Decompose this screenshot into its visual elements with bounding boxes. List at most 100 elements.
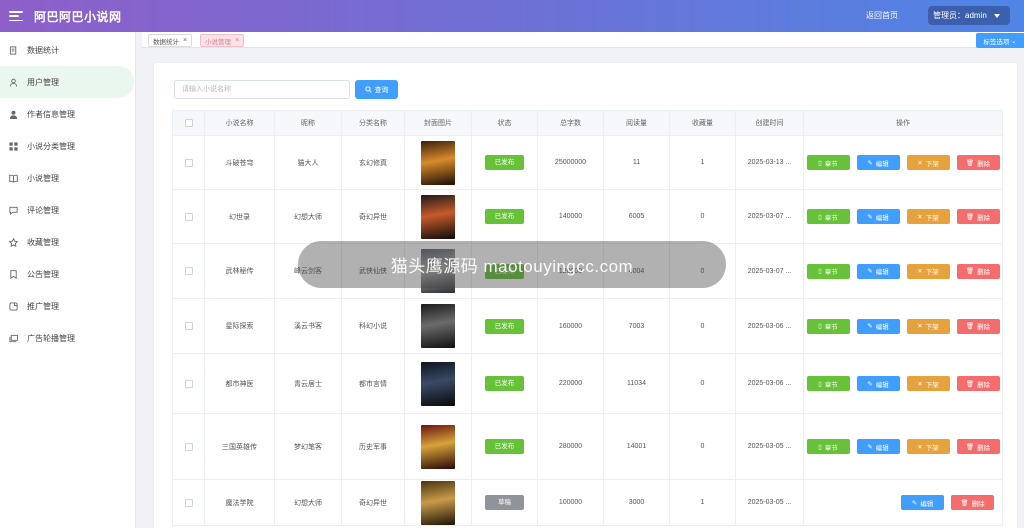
delete-label: 删除	[977, 269, 991, 276]
row-checkbox[interactable]	[184, 267, 193, 275]
sidebar-item-1[interactable]: 用户管理	[0, 66, 134, 98]
table-row: 三国英雄传 梦幻笔客 历史军事 已发布 280000 14001 0 2025-03-05 .…	[172, 413, 1003, 480]
chapters-button[interactable]: ▯ 章节	[806, 209, 850, 224]
delete-button[interactable]: 🗑 删除	[956, 155, 1000, 170]
created-time: 2025-03-13 ...	[735, 135, 804, 190]
chapters-button[interactable]: ▯ 章节	[806, 439, 850, 454]
top-bar: 阿巴阿巴小说网 返回首页 管理员：admin	[0, 0, 1024, 32]
trash-icon: 🗑	[965, 159, 975, 167]
cover-cell	[404, 353, 472, 414]
word-count: 280000	[537, 413, 604, 480]
chapters-label: 章节	[824, 160, 838, 168]
close-icon[interactable]: ×	[183, 37, 187, 44]
status-badge: 已发布	[485, 209, 524, 224]
chapters-button[interactable]: ▯ 章节	[806, 155, 850, 170]
row-actions: ▯ 章节 ✎ 编辑 ✕ 下架 🗑 删除	[806, 376, 1000, 391]
tab-options-button[interactable]: 标签选项 ⌄	[976, 33, 1024, 48]
tab-novels[interactable]: 小说管理 ×	[200, 34, 245, 47]
close-icon[interactable]: ×	[235, 37, 239, 44]
chapters-button[interactable]: ▯ 章节	[806, 263, 850, 279]
edit-button[interactable]: ✎ 编辑	[901, 495, 944, 510]
delete-button[interactable]: 🗑 删除	[956, 318, 1000, 334]
watermark-text: 猫头鹰源码 maotouyingcc.com	[390, 257, 634, 276]
word-count: 100000	[537, 479, 604, 526]
edit-label: 编辑	[875, 381, 889, 389]
content-card: 查询 小说名称 昵称 分类名称 封面图片 状态 总字数 阅读量 收藏量 创建时间…	[153, 62, 1018, 528]
delete-button[interactable]: 🗑 删除	[956, 376, 1000, 391]
delete-label: 删除	[977, 381, 991, 389]
sidebar-item-2[interactable]: 作者信息管理	[0, 98, 135, 130]
edit-button[interactable]: ✎ 编辑	[856, 263, 900, 279]
home-link[interactable]: 返回首页	[866, 10, 898, 21]
sidebar-item-9[interactable]: 广告轮播管理	[0, 322, 135, 354]
edit-button[interactable]: ✎ 编辑	[856, 376, 900, 391]
offline-button[interactable]: ✕ 下架	[906, 318, 950, 334]
cover-cell	[404, 189, 472, 244]
cover-image	[421, 140, 455, 185]
menu-toggle-icon[interactable]	[9, 11, 23, 21]
search-button[interactable]: 查询	[355, 80, 398, 99]
offline-button[interactable]: ✕ 下架	[906, 209, 950, 224]
header-actions: 操作	[803, 110, 1003, 136]
row-checkbox[interactable]	[184, 158, 193, 167]
actions-cell: ✎ 编辑 🗑 删除	[803, 479, 1003, 526]
tab-stats[interactable]: 数据统计 ×	[148, 34, 193, 47]
category-name: 科幻小说	[341, 298, 405, 354]
delete-button[interactable]: 🗑 删除	[956, 263, 1000, 279]
offline-button[interactable]: ✕ 下架	[906, 439, 950, 454]
promo-icon	[9, 301, 18, 311]
word-count: 140000	[537, 189, 604, 244]
sidebar-item-3[interactable]: 小说分类管理	[0, 130, 135, 162]
tab-label: 数据统计	[153, 38, 179, 46]
delete-button[interactable]: 🗑 删除	[956, 439, 1000, 454]
novel-name: 都市神医	[204, 353, 275, 414]
delete-label: 删除	[977, 444, 991, 452]
trash-icon: 🗑	[960, 499, 969, 507]
offline-button[interactable]: ✕ 下架	[906, 376, 950, 391]
chapters-button[interactable]: ▯ 章节	[806, 376, 850, 391]
row-checkbox[interactable]	[184, 322, 193, 330]
row-checkbox[interactable]	[184, 442, 193, 451]
offline-button[interactable]: ✕ 下架	[906, 155, 950, 170]
edit-button[interactable]: ✎ 编辑	[856, 439, 900, 454]
row-checkbox[interactable]	[184, 498, 193, 507]
sidebar-item-6[interactable]: 收藏管理	[0, 226, 135, 258]
sidebar-item-label: 小说管理	[27, 173, 59, 183]
chapters-label: 章节	[824, 444, 838, 452]
select-cell	[172, 189, 205, 244]
delete-label: 删除	[977, 214, 991, 222]
delete-button[interactable]: 🗑 删除	[951, 495, 994, 510]
sidebar-item-4[interactable]: 小说管理	[0, 162, 135, 194]
edit-button[interactable]: ✎ 编辑	[856, 155, 900, 170]
row-checkbox[interactable]	[184, 379, 193, 388]
sidebar-item-0[interactable]: 数据统计	[0, 34, 135, 66]
offline-button[interactable]: ✕ 下架	[906, 263, 950, 279]
header-words: 总字数	[537, 110, 604, 136]
sidebar-item-7[interactable]: 公告管理	[0, 258, 135, 290]
delete-label: 删除	[977, 324, 991, 331]
created-time: 2025-03-05 ...	[735, 413, 804, 480]
table-row: 都市神医 青云居士 都市言情 已发布 220000 11034 0 2025-03-06 ..…	[172, 353, 1003, 414]
pencil-icon: ✎	[867, 323, 873, 330]
book-open-icon: ▯	[818, 380, 822, 388]
edit-button[interactable]: ✎ 编辑	[856, 209, 900, 224]
novel-search-input[interactable]	[174, 80, 350, 99]
admin-dropdown[interactable]: 管理员：admin	[928, 6, 1010, 25]
status-cell: 已发布	[471, 413, 538, 480]
row-checkbox[interactable]	[184, 212, 193, 221]
actions-cell: ▯ 章节 ✎ 编辑 ✕ 下架 🗑 删除	[803, 413, 1003, 480]
sidebar-item-8[interactable]: 推广管理	[0, 290, 135, 322]
header-category: 分类名称	[341, 110, 405, 136]
book-open-icon: ▯	[818, 268, 822, 275]
chapters-button[interactable]: ▯ 章节	[806, 318, 850, 334]
cover-cell	[404, 298, 472, 354]
select-all-checkbox[interactable]	[184, 119, 193, 127]
status-badge: 草稿	[485, 495, 524, 510]
offline-label: 下架	[925, 444, 939, 452]
read-count: 7003	[603, 298, 670, 354]
book-open-icon: ▯	[818, 159, 822, 167]
edit-button[interactable]: ✎ 编辑	[856, 318, 900, 334]
sidebar-item-5[interactable]: 评论管理	[0, 194, 135, 226]
delete-button[interactable]: 🗑 删除	[956, 209, 1000, 224]
delete-label: 删除	[971, 500, 985, 508]
